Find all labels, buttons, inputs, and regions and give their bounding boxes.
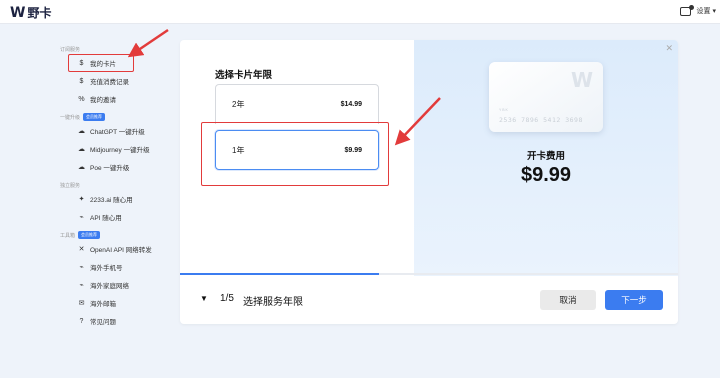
dollar-icon: $ bbox=[79, 59, 84, 67]
sidebar-item-label: ChatGPT 一键升级 bbox=[90, 129, 145, 136]
recommend-tag: 会员推荐 bbox=[78, 231, 101, 239]
message-icon[interactable] bbox=[679, 4, 694, 16]
percent-icon: % bbox=[78, 95, 85, 103]
sidebar-item-label: 充值消费记录 bbox=[90, 79, 129, 86]
sidebar-item-poe[interactable]: ☁ Poe 一键升级 bbox=[60, 158, 170, 176]
card-logo: W bbox=[570, 68, 593, 92]
sidebar-item-phone[interactable]: ⌁ 海外手机号 bbox=[60, 258, 170, 276]
sidebar-item-label: 常见问题 bbox=[90, 319, 116, 326]
fee-label: 开卡费用 bbox=[526, 151, 565, 162]
card-preview: W Y B K 2536 7896 5412 3698 bbox=[489, 62, 603, 132]
mail-icon: ✉ bbox=[78, 300, 85, 307]
cloud-icon: ☁ bbox=[78, 128, 85, 135]
sidebar-item-label: 我的邀请 bbox=[90, 97, 116, 104]
step-progress-fill bbox=[180, 273, 380, 275]
step-title: 选择服务年限 bbox=[243, 297, 303, 308]
app-logo[interactable]: W 野卡 bbox=[10, 4, 51, 21]
sidebar-section-title: 一键升级 会员推荐 bbox=[60, 112, 170, 122]
fee-summary-pane: ✕ W Y B K 2536 7896 5412 3698 开卡费用 $9.99 bbox=[414, 40, 678, 276]
fee-value: $9.99 bbox=[520, 164, 572, 186]
sidebar-item-label: API 随心用 bbox=[90, 215, 122, 222]
sidebar-item-openai-forward[interactable]: ✕ OpenAI API 网络转发 bbox=[60, 240, 170, 258]
sidebar-section-title: 订阅服务 bbox=[60, 46, 81, 53]
chevron-down-icon: ▾ bbox=[712, 8, 716, 15]
sidebar-item-label: 海外家庭网络 bbox=[90, 283, 129, 290]
sidebar-section-title: 工具箱 会员推荐 bbox=[60, 230, 170, 240]
sidebar-item-chatgpt[interactable]: ☁ ChatGPT 一键升级 bbox=[60, 122, 170, 140]
close-icon[interactable]: ✕ bbox=[665, 43, 673, 54]
sidebar-item-label: 海外邮箱 bbox=[90, 301, 116, 308]
sidebar-item-api[interactable]: ⌁ API 随心用 bbox=[60, 208, 170, 226]
logo-mark: W bbox=[10, 4, 25, 21]
sidebar-item-faq[interactable]: ? 常见问题 bbox=[60, 312, 170, 330]
step-number: 1/5 bbox=[220, 293, 234, 304]
sparkle-icon: ✦ bbox=[78, 196, 85, 203]
top-right-controls: 设置 ▾ bbox=[679, 4, 716, 16]
sidebar-item-label: 海外手机号 bbox=[90, 265, 123, 272]
open-card-dialog: 选择卡片年限 2年 $14.99 1年 $9.99 ✕ W Y B K 2536… bbox=[180, 40, 678, 324]
sidebar-section-title: 独立服务 bbox=[60, 182, 81, 189]
sidebar-item-home-network[interactable]: ⌁ 海外家庭网络 bbox=[60, 276, 170, 294]
shuffle-icon: ✕ bbox=[78, 246, 85, 253]
option-years: 2年 bbox=[232, 100, 245, 109]
sidebar-item-recharge-records[interactable]: $ 充值消费记录 bbox=[60, 72, 170, 90]
sidebar: 订阅服务 $ 我的卡片 $ 充值消费记录 % 我的邀请 一键升级 会员推荐 ☁ ChatG… bbox=[60, 44, 170, 330]
card-number: 2536 7896 5412 3698 bbox=[499, 116, 583, 124]
dollar-icon: $ bbox=[79, 77, 84, 85]
settings-label: 设置 bbox=[696, 8, 711, 15]
link-icon: ⌁ bbox=[79, 264, 84, 271]
year-selection-pane: 选择卡片年限 2年 $14.99 1年 $9.99 bbox=[180, 40, 414, 276]
cancel-button[interactable]: 取消 bbox=[540, 290, 596, 310]
cloud-icon: ☁ bbox=[78, 146, 85, 153]
sidebar-item-label: Midjourney 一键升级 bbox=[90, 147, 150, 154]
caret-down-icon[interactable]: ▼ bbox=[200, 294, 208, 303]
sidebar-item-label: Poe 一键升级 bbox=[90, 165, 130, 172]
top-bar: W 野卡 设置 ▾ bbox=[0, 0, 720, 24]
cloud-icon: ☁ bbox=[78, 164, 85, 171]
select-title: 选择卡片年限 bbox=[215, 70, 273, 81]
sidebar-item-label: 2233.ai 随心用 bbox=[90, 197, 133, 204]
option-price: $14.99 bbox=[340, 101, 362, 108]
option-2-years[interactable]: 2年 $14.99 bbox=[215, 84, 379, 124]
sidebar-item-2233ai[interactable]: ✦ 2233.ai 随心用 bbox=[60, 190, 170, 208]
settings-menu[interactable]: 设置 ▾ bbox=[697, 6, 716, 16]
dialog-footer: ▼ 1/5 选择服务年限 取消 下一步 bbox=[180, 276, 678, 324]
sidebar-item-my-cards[interactable]: $ 我的卡片 bbox=[68, 54, 134, 72]
link-icon: ⌁ bbox=[79, 282, 84, 289]
annotation-highlight-box bbox=[201, 122, 389, 186]
sidebar-item-midjourney[interactable]: ☁ Midjourney 一键升级 bbox=[60, 140, 170, 158]
next-button[interactable]: 下一步 bbox=[605, 290, 663, 310]
help-icon: ? bbox=[79, 317, 84, 325]
sidebar-item-email[interactable]: ✉ 海外邮箱 bbox=[60, 294, 170, 312]
card-brand-label: Y B K bbox=[499, 108, 508, 112]
sidebar-item-my-invites[interactable]: % 我的邀请 bbox=[60, 90, 170, 108]
sidebar-item-label: OpenAI API 网络转发 bbox=[90, 247, 152, 254]
sidebar-item-label: 我的卡片 bbox=[90, 61, 116, 68]
app-name: 野卡 bbox=[27, 6, 52, 20]
recommend-tag: 会员推荐 bbox=[83, 113, 106, 121]
step-progress-bar bbox=[180, 273, 678, 275]
link-icon: ⌁ bbox=[79, 214, 84, 221]
